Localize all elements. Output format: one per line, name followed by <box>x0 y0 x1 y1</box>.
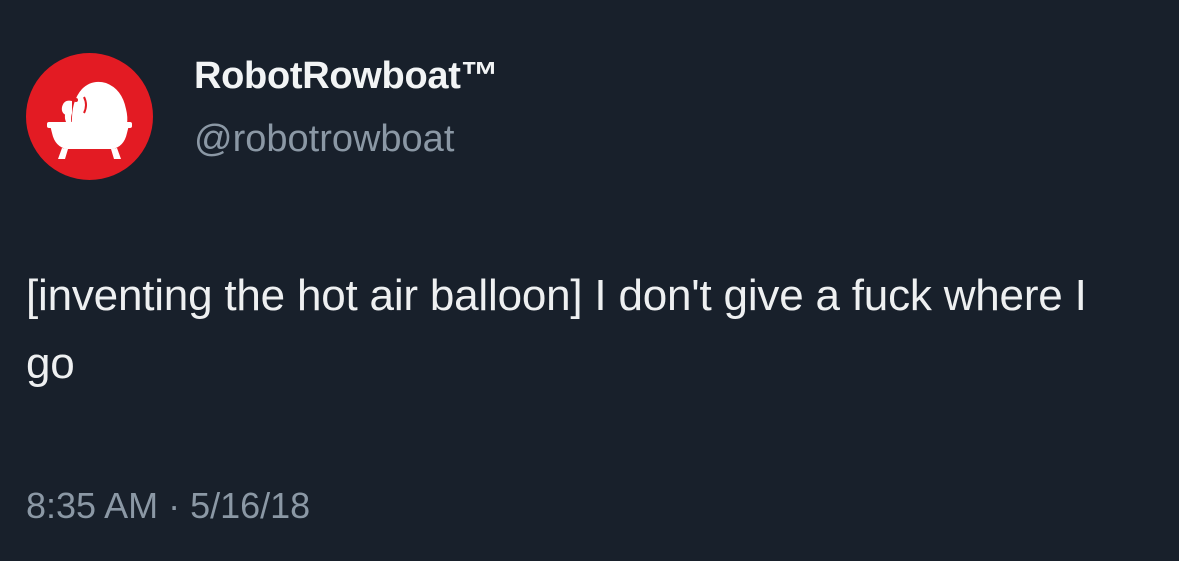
tweet-time: 8:35 AM <box>26 485 159 526</box>
display-name[interactable]: RobotRowboat™ <box>194 55 499 98</box>
elephant-in-bathtub-icon <box>47 81 132 159</box>
tweet-timestamp[interactable]: 8:35 AM · 5/16/18 <box>26 485 310 527</box>
user-handle[interactable]: @robotrowboat <box>194 118 454 161</box>
meta-separator: · <box>168 485 181 526</box>
tweet-date: 5/16/18 <box>190 485 311 526</box>
tweet-card: RobotRowboat™ @robotrowboat [inventing t… <box>0 0 1179 561</box>
avatar[interactable] <box>26 53 153 180</box>
tweet-text: [inventing the hot air balloon] I don't … <box>26 271 1087 388</box>
